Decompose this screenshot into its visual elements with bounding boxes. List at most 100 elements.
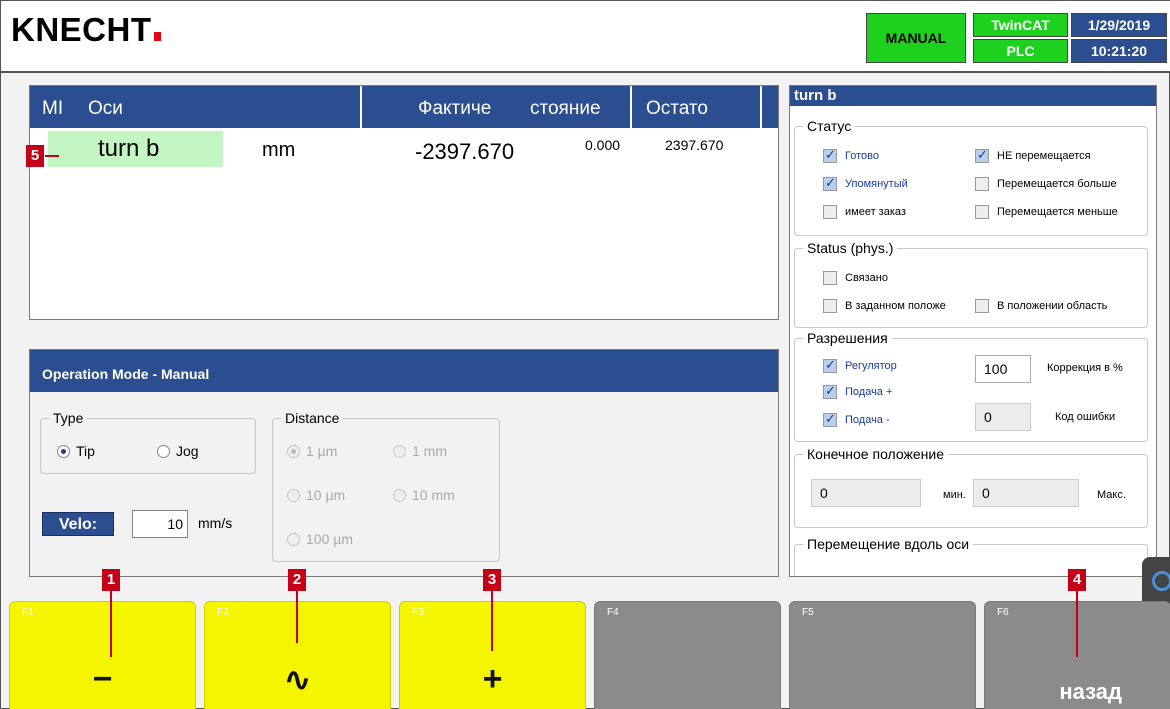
- checkbox-feed-plus[interactable]: Подача +: [823, 383, 892, 399]
- col-divider: [630, 86, 632, 128]
- mode-badge: MANUAL: [866, 13, 966, 63]
- col-setpoint: стояние: [530, 98, 601, 119]
- checkbox-box: [823, 271, 837, 285]
- checkbox-moving-less[interactable]: Перемещается меньше: [975, 205, 1118, 219]
- axis-actual-position: -2397.670: [415, 139, 515, 164]
- operation-mode-panel: Operation Mode - Manual Type Tip Jog Dis…: [29, 349, 779, 577]
- checkbox-in-position-range[interactable]: В положении область: [975, 299, 1107, 313]
- checkbox-in-target-position[interactable]: В заданном положе: [823, 299, 946, 313]
- axis-setpoint-cell: 0.000: [585, 137, 621, 153]
- max-label: Макс.: [1097, 489, 1126, 501]
- back-label: назад: [1059, 679, 1122, 704]
- checkbox-label: В заданном положе: [845, 300, 946, 312]
- knecht-logo: KNECHT: [11, 11, 161, 49]
- checkbox-label: НЕ перемещается: [997, 150, 1091, 162]
- status-group-title: Статус: [803, 118, 856, 134]
- radio-label: 100 µm: [306, 531, 353, 547]
- fkey-id: F5: [802, 607, 814, 618]
- logo-text: KNECHT: [11, 11, 152, 48]
- end-position-group: Конечное положение 0 мин. 0 Макс.: [794, 446, 1148, 528]
- axis-status-panel: turn b Статус Готово НЕ перемещается Упо…: [789, 85, 1157, 577]
- override-field[interactable]: 100: [975, 355, 1031, 383]
- radio-indicator: [287, 444, 300, 458]
- phys-group-title: Status (phys.): [803, 240, 898, 256]
- checkbox-box: [823, 299, 837, 313]
- callout-line-3: [491, 591, 493, 651]
- callout-5: 5: [26, 145, 44, 167]
- date-display: 1/29/2019: [1071, 13, 1167, 37]
- radio-label: Tip: [76, 443, 95, 459]
- f4-button[interactable]: F4: [594, 601, 781, 709]
- checkbox-controller[interactable]: Регулятор: [823, 357, 897, 373]
- col-divider: [760, 86, 762, 128]
- move-along-axis-title: Перемещение вдоль оси: [803, 536, 974, 552]
- checkbox-label: Перемещается больше: [997, 178, 1117, 190]
- velo-input[interactable]: 10: [132, 510, 188, 538]
- checkbox-not-moving[interactable]: НЕ перемещается: [975, 147, 1091, 163]
- checkbox-has-order[interactable]: имеет заказ: [823, 205, 906, 219]
- checkbox-feed-minus[interactable]: Подача -: [823, 411, 890, 427]
- fkey-id: F6: [997, 607, 1009, 618]
- radio-10mm[interactable]: 10 mm: [393, 487, 455, 503]
- radio-jog[interactable]: Jog: [157, 443, 199, 459]
- checkbox-coupled[interactable]: Связано: [823, 271, 888, 285]
- radio-indicator: [393, 444, 406, 458]
- radio-indicator: [157, 444, 170, 458]
- min-label: мин.: [943, 489, 966, 501]
- fkey-id: F1: [22, 607, 34, 618]
- distance-group: Distance 1 µm 1 mm 10 µm 10 mm 100 µm: [272, 410, 500, 562]
- checkbox-box: [823, 205, 837, 219]
- callout-4: 4: [1068, 569, 1086, 591]
- callout-1: 1: [102, 569, 120, 591]
- radio-indicator: [393, 488, 406, 502]
- checkbox-label: Регулятор: [845, 360, 897, 372]
- axis-table: MI Оси Фактиче стояние Остато turn b mm …: [29, 85, 779, 320]
- checkbox-box: [975, 147, 989, 163]
- checkbox-box: [823, 147, 837, 163]
- status-group: Статус Готово НЕ перемещается Упомянутый…: [794, 118, 1148, 236]
- fkey-id: F4: [607, 607, 619, 618]
- permissions-group-title: Разрешения: [803, 330, 892, 346]
- header-bar: KNECHT MANUAL TwinCAT PLC 1/29/2019 10:2…: [1, 1, 1170, 73]
- radio-label: 10 mm: [412, 487, 455, 503]
- f1-minus-button[interactable]: F1 −: [9, 601, 196, 709]
- wave-icon: ∿: [283, 661, 312, 699]
- minus-icon: −: [92, 660, 113, 698]
- radio-label: Jog: [176, 443, 199, 459]
- end-position-title: Конечное положение: [803, 446, 948, 462]
- callout-3: 3: [483, 569, 501, 591]
- checkbox-box: [975, 177, 989, 191]
- velo-label: Velo:: [42, 512, 114, 536]
- checkbox-moving-more[interactable]: Перемещается больше: [975, 177, 1117, 191]
- axis-name-cell[interactable]: turn b: [48, 131, 223, 167]
- checkbox-box: [975, 205, 989, 219]
- col-remaining: Остато: [646, 98, 708, 119]
- radio-1um[interactable]: 1 µm: [287, 443, 337, 459]
- radio-100um[interactable]: 100 µm: [287, 531, 353, 547]
- plus-icon: +: [482, 660, 503, 698]
- callout-line-1: [110, 591, 112, 657]
- radio-tip[interactable]: Tip: [57, 443, 95, 459]
- phys-status-group: Status (phys.) Связано В заданном положе…: [794, 240, 1148, 328]
- fkey-id: F2: [217, 607, 229, 618]
- velo-unit: mm/s: [198, 515, 233, 531]
- callout-line-2: [296, 591, 298, 643]
- axis-table-header: MI Оси Фактиче стояние Остато: [30, 86, 778, 128]
- checkbox-label: Готово: [845, 150, 879, 162]
- twincat-status: TwinCAT: [973, 13, 1068, 37]
- checkbox-ready[interactable]: Готово: [823, 147, 879, 163]
- hmi-window: KNECHT MANUAL TwinCAT PLC 1/29/2019 10:2…: [0, 0, 1170, 709]
- axis-remaining-cell: 2397.670: [665, 137, 724, 153]
- f5-button[interactable]: F5: [789, 601, 976, 709]
- checkbox-referenced[interactable]: Упомянутый: [823, 175, 908, 191]
- radio-10um[interactable]: 10 µm: [287, 487, 345, 503]
- error-code-label: Код ошибки: [1055, 411, 1116, 423]
- table-row[interactable]: turn b mm -2397.670 0.000 2397.670: [30, 131, 778, 167]
- permissions-group: Разрешения Регулятор Подача + Подача - 1…: [794, 330, 1148, 442]
- checkbox-label: Подача -: [845, 414, 890, 426]
- checkbox-box: [823, 411, 837, 427]
- radio-1mm[interactable]: 1 mm: [393, 443, 447, 459]
- radio-indicator: [287, 532, 300, 546]
- logo-accent: [153, 32, 161, 41]
- checkbox-box: [823, 383, 837, 399]
